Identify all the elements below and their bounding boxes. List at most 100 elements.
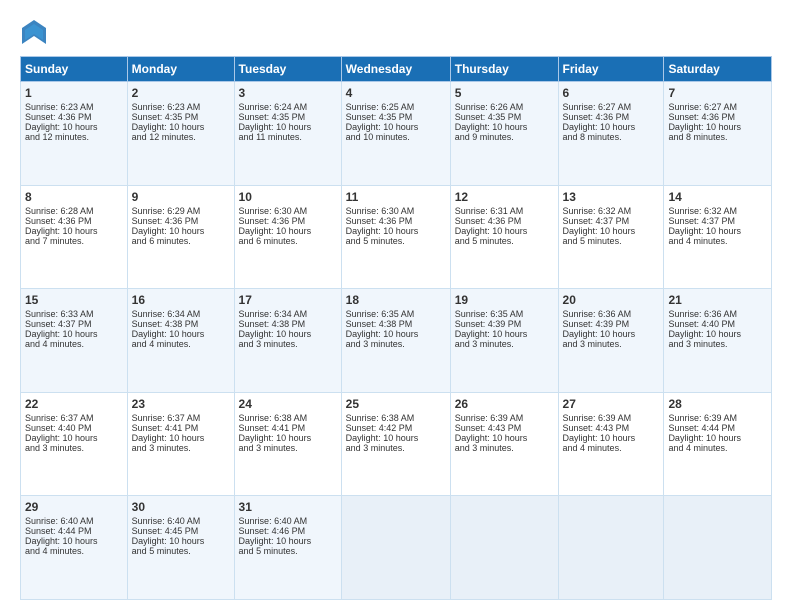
day-info-line: Sunrise: 6:40 AM [132, 516, 230, 526]
day-info-line: and 4 minutes. [25, 546, 123, 556]
day-info-line: Daylight: 10 hours [239, 536, 337, 546]
day-info-line: and 4 minutes. [25, 339, 123, 349]
day-info-line: Sunset: 4:36 PM [132, 216, 230, 226]
calendar-cell: 17Sunrise: 6:34 AMSunset: 4:38 PMDayligh… [234, 289, 341, 393]
day-number: 18 [346, 293, 446, 307]
logo [20, 18, 50, 46]
day-info-line: and 6 minutes. [239, 236, 337, 246]
day-number: 9 [132, 190, 230, 204]
day-info-line: Daylight: 10 hours [668, 226, 767, 236]
calendar-cell: 3 Sunrise: 6:24 AMSunset: 4:35 PMDaylight… [234, 82, 341, 186]
calendar-cell: 6 Sunrise: 6:27 AMSunset: 4:36 PMDaylight… [558, 82, 664, 186]
day-info-line: Sunset: 4:37 PM [563, 216, 660, 226]
day-info-line: Sunrise: 6:30 AM [346, 206, 446, 216]
day-info-line: Daylight: 10 hours [563, 122, 660, 132]
calendar-cell: 12Sunrise: 6:31 AMSunset: 4:36 PMDayligh… [450, 185, 558, 289]
day-number: 31 [239, 500, 337, 514]
day-number: 12 [455, 190, 554, 204]
day-info-line: and 4 minutes. [132, 339, 230, 349]
day-info-line: Sunset: 4:35 PM [132, 112, 230, 122]
day-info-line: Sunset: 4:36 PM [668, 112, 767, 122]
calendar-cell: 14Sunrise: 6:32 AMSunset: 4:37 PMDayligh… [664, 185, 772, 289]
calendar-cell: 21Sunrise: 6:36 AMSunset: 4:40 PMDayligh… [664, 289, 772, 393]
calendar-cell: 7Sunrise: 6:27 AMSunset: 4:36 PMDaylight… [664, 82, 772, 186]
day-info-line: Sunset: 4:35 PM [239, 112, 337, 122]
day-info-line: Sunset: 4:35 PM [346, 112, 446, 122]
day-info-line: Daylight: 10 hours [563, 329, 660, 339]
day-info-line: Daylight: 10 hours [25, 536, 123, 546]
day-info-line: Daylight: 10 hours [563, 226, 660, 236]
day-number: 8 [25, 190, 123, 204]
day-info-line: and 6 minutes. [132, 236, 230, 246]
day-number: 22 [25, 397, 123, 411]
day-info-line: Daylight: 10 hours [25, 226, 123, 236]
calendar-cell: 15Sunrise: 6:33 AMSunset: 4:37 PMDayligh… [21, 289, 128, 393]
day-info-line: and 5 minutes. [455, 236, 554, 246]
day-number: 28 [668, 397, 767, 411]
day-info-line: Daylight: 10 hours [455, 226, 554, 236]
calendar-cell: 10Sunrise: 6:30 AMSunset: 4:36 PMDayligh… [234, 185, 341, 289]
day-info-line: Sunset: 4:37 PM [25, 319, 123, 329]
day-info-line: Sunrise: 6:36 AM [563, 309, 660, 319]
day-number: 7 [668, 86, 767, 100]
page: SundayMondayTuesdayWednesdayThursdayFrid… [0, 0, 792, 612]
day-info-line: Sunset: 4:43 PM [563, 423, 660, 433]
day-info-line: Sunset: 4:36 PM [25, 216, 123, 226]
day-info-line: and 8 minutes. [668, 132, 767, 142]
day-info-line: Sunrise: 6:34 AM [132, 309, 230, 319]
day-number: 23 [132, 397, 230, 411]
calendar-cell: 19Sunrise: 6:35 AMSunset: 4:39 PMDayligh… [450, 289, 558, 393]
day-info-line: Sunset: 4:36 PM [563, 112, 660, 122]
day-info-line: Sunrise: 6:39 AM [455, 413, 554, 423]
day-number: 3 [239, 86, 337, 100]
day-info-line: Daylight: 10 hours [132, 536, 230, 546]
calendar-cell: 18Sunrise: 6:35 AMSunset: 4:38 PMDayligh… [341, 289, 450, 393]
calendar-cell: 5Sunrise: 6:26 AMSunset: 4:35 PMDaylight… [450, 82, 558, 186]
day-info-line: Sunrise: 6:32 AM [563, 206, 660, 216]
week-row-1: 1Sunrise: 6:23 AMSunset: 4:36 PMDaylight… [21, 82, 772, 186]
weekday-header-tuesday: Tuesday [234, 57, 341, 82]
day-info-line: Sunset: 4:36 PM [346, 216, 446, 226]
weekday-header-wednesday: Wednesday [341, 57, 450, 82]
day-info-line: Daylight: 10 hours [346, 226, 446, 236]
day-info-line: and 3 minutes. [455, 443, 554, 453]
day-info-line: Daylight: 10 hours [239, 122, 337, 132]
day-info-line: Sunrise: 6:28 AM [25, 206, 123, 216]
calendar-cell [341, 496, 450, 600]
day-info-line: Sunrise: 6:26 AM [455, 102, 554, 112]
weekday-header-friday: Friday [558, 57, 664, 82]
day-number: 5 [455, 86, 554, 100]
day-info-line: Sunset: 4:41 PM [132, 423, 230, 433]
day-info-line: Daylight: 10 hours [132, 226, 230, 236]
day-info-line: Daylight: 10 hours [668, 433, 767, 443]
day-info-line: Sunset: 4:42 PM [346, 423, 446, 433]
day-info-line: Sunrise: 6:40 AM [25, 516, 123, 526]
day-info-line: Sunrise: 6:27 AM [563, 102, 660, 112]
day-info-line: and 3 minutes. [239, 339, 337, 349]
day-info-line: and 5 minutes. [346, 236, 446, 246]
day-info-line: Daylight: 10 hours [25, 433, 123, 443]
day-number: 26 [455, 397, 554, 411]
day-info-line: and 12 minutes. [132, 132, 230, 142]
day-info-line: Daylight: 10 hours [346, 122, 446, 132]
calendar-cell: 16Sunrise: 6:34 AMSunset: 4:38 PMDayligh… [127, 289, 234, 393]
day-info-line: Sunset: 4:38 PM [239, 319, 337, 329]
day-number: 27 [563, 397, 660, 411]
day-number: 6 [563, 86, 660, 100]
day-number: 17 [239, 293, 337, 307]
day-info-line: Sunset: 4:41 PM [239, 423, 337, 433]
day-info-line: Sunrise: 6:30 AM [239, 206, 337, 216]
week-row-3: 15Sunrise: 6:33 AMSunset: 4:37 PMDayligh… [21, 289, 772, 393]
day-info-line: and 5 minutes. [132, 546, 230, 556]
day-info-line: Sunset: 4:43 PM [455, 423, 554, 433]
weekday-header-sunday: Sunday [21, 57, 128, 82]
day-info-line: and 4 minutes. [668, 236, 767, 246]
day-info-line: and 3 minutes. [346, 339, 446, 349]
day-info-line: Sunrise: 6:37 AM [25, 413, 123, 423]
day-info-line: and 9 minutes. [455, 132, 554, 142]
day-info-line: Sunset: 4:36 PM [455, 216, 554, 226]
day-info-line: Sunset: 4:36 PM [25, 112, 123, 122]
day-info-line: Sunrise: 6:24 AM [239, 102, 337, 112]
day-info-line: and 12 minutes. [25, 132, 123, 142]
day-info-line: Sunrise: 6:38 AM [346, 413, 446, 423]
